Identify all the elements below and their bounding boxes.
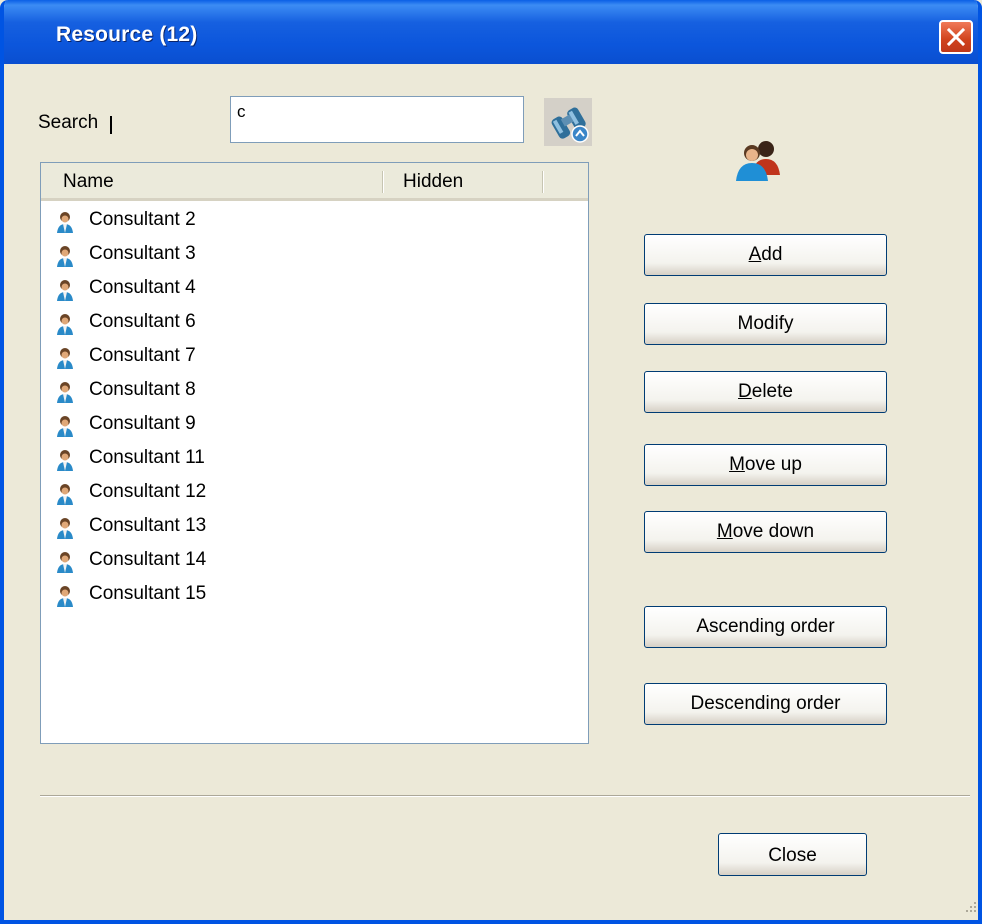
close-icon: [947, 28, 965, 46]
binoculars-icon: [551, 107, 589, 143]
move-up-mnemonic: M: [729, 454, 745, 475]
title-bar[interactable]: Resource (12): [4, 0, 978, 64]
column-header-hidden[interactable]: Hidden: [403, 163, 463, 199]
person-icon: [57, 586, 73, 607]
resource-list[interactable]: Name Hidden Consultant 2 Consultant 3 Cons…: [40, 162, 589, 744]
delete-button[interactable]: Delete: [644, 371, 887, 413]
list-item-name: Consultant 13: [89, 515, 207, 536]
list-item-name: Consultant 15: [89, 583, 207, 604]
list-item-name: Consultant 12: [89, 481, 207, 502]
person-icon: [57, 484, 73, 505]
users-icon: [736, 141, 780, 181]
text-cursor-icon: [110, 116, 112, 134]
window-close-button[interactable]: [939, 20, 973, 54]
list-item-name: Consultant 11: [89, 447, 205, 468]
list-item-name: Consultant 9: [89, 413, 196, 434]
list-item-name: Consultant 8: [89, 379, 196, 400]
descending-order-button[interactable]: Descending order: [644, 683, 887, 725]
move-down-button[interactable]: Move down: [644, 511, 887, 553]
close-button[interactable]: Close: [718, 833, 867, 876]
person-icon: [57, 246, 73, 267]
modify-button[interactable]: Modify: [644, 303, 887, 345]
delete-mnemonic: D: [738, 381, 752, 402]
move-up-button[interactable]: Move up: [644, 444, 887, 486]
list-item-name: Consultant 7: [89, 345, 196, 366]
ascending-order-button[interactable]: Ascending order: [644, 606, 887, 648]
list-header: Name Hidden: [41, 163, 588, 201]
person-icon: [57, 518, 73, 539]
person-icon: [57, 280, 73, 301]
column-divider[interactable]: [382, 171, 384, 193]
add-mnemonic: A: [748, 244, 762, 265]
list-item-name: Consultant 3: [89, 243, 196, 264]
move-down-mnemonic: M: [716, 521, 733, 542]
list-item-name: Consultant 2: [89, 209, 196, 230]
search-input[interactable]: [230, 96, 524, 143]
person-icon: [57, 382, 73, 403]
search-label: Search: [38, 112, 99, 133]
column-divider[interactable]: [542, 171, 544, 193]
list-item-name: Consultant 6: [89, 311, 196, 332]
person-icon: [57, 212, 73, 233]
list-item-name: Consultant 14: [89, 549, 207, 570]
footer-divider: [40, 795, 970, 797]
person-icon: [57, 450, 73, 471]
person-icon: [57, 416, 73, 437]
move-down-label-rest: ove down: [732, 521, 815, 542]
column-header-name[interactable]: Name: [63, 163, 114, 199]
add-button[interactable]: Add: [644, 234, 887, 276]
resource-dialog: Resource (12) Search c Name Hidden Consu…: [0, 0, 982, 924]
delete-label-rest: elete: [751, 381, 793, 402]
window-title: Resource (12): [56, 23, 198, 46]
person-icon: [57, 348, 73, 369]
list-item-name: Consultant 4: [89, 277, 196, 298]
person-icon: [57, 552, 73, 573]
search-button[interactable]: [544, 98, 592, 146]
resize-grip-icon[interactable]: [960, 898, 980, 918]
add-label-rest: dd: [761, 244, 783, 265]
person-icon: [57, 314, 73, 335]
move-up-label-rest: ove up: [744, 454, 802, 475]
